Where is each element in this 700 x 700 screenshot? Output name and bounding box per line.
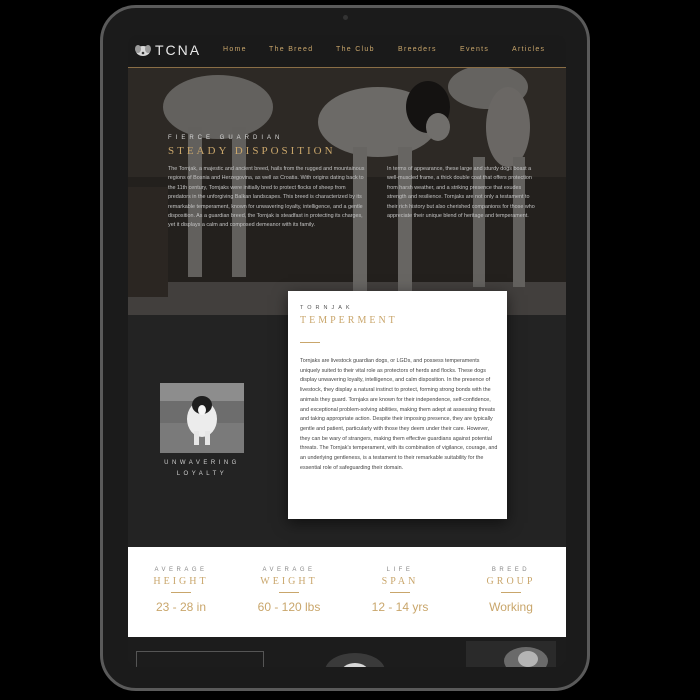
stat-title: HEIGHT	[153, 576, 209, 587]
hero-text-right: In terms of appearance, these large and …	[387, 166, 535, 220]
stat-label: AVERAGE	[154, 567, 208, 573]
stat-title: SPAN	[381, 576, 419, 587]
screen: TCNA Home The Breed The Club Breeders Ev…	[128, 35, 566, 667]
stat-value: 12 - 14 yrs	[371, 600, 429, 614]
logo-text[interactable]: TCNA	[155, 42, 201, 58]
stat-title: WEIGHT	[260, 576, 318, 587]
card-title: TEMPERMENT	[300, 315, 398, 326]
stat-height: AVERAGE HEIGHT 23 - 28 in	[131, 567, 231, 614]
gallery-tile[interactable]	[136, 651, 264, 667]
stat-label: BREED	[491, 567, 531, 573]
stat-divider	[390, 592, 410, 593]
thumb-caption: UNWAVERING LOYALTY	[148, 458, 256, 480]
gallery-dog-photo-2[interactable]	[466, 641, 556, 667]
stat-divider	[501, 592, 521, 593]
stat-divider	[171, 592, 191, 593]
hero-eyebrow: FIERCE GUARDIAN	[168, 135, 284, 141]
nav-item-the-club[interactable]: The Club	[336, 46, 375, 53]
dog-in-field-photo	[160, 383, 244, 453]
hero-text-left: The Tornjak, a majestic and ancient bree…	[168, 166, 365, 229]
temperament-card: TORNJAK TEMPERMENT Tornjaks are livestoc…	[288, 291, 507, 519]
stat-weight: AVERAGE WEIGHT 60 - 120 lbs	[239, 567, 339, 614]
nav-item-breeders[interactable]: Breeders	[398, 46, 437, 53]
stat-title: GROUP	[486, 576, 536, 587]
camera-dot	[343, 15, 348, 20]
dog-head-logo-icon	[135, 45, 151, 56]
hero-section: FIERCE GUARDIAN STEADY DISPOSITION The T…	[128, 67, 566, 315]
gallery-strip	[128, 637, 566, 667]
breed-stats: AVERAGE HEIGHT 23 - 28 in AVERAGE WEIGHT…	[128, 547, 566, 637]
top-nav: TCNA Home The Breed The Club Breeders Ev…	[128, 35, 566, 68]
nav-item-the-breed[interactable]: The Breed	[269, 46, 313, 53]
thumb-caption-line1: UNWAVERING	[164, 460, 240, 466]
tablet-frame: TCNA Home The Breed The Club Breeders Ev…	[100, 5, 590, 691]
nav-item-events[interactable]: Events	[460, 46, 489, 53]
hero-title: STEADY DISPOSITION	[168, 145, 336, 157]
stat-life-span: LIFE SPAN 12 - 14 yrs	[350, 567, 450, 614]
stat-divider	[279, 592, 299, 593]
card-eyebrow: TORNJAK	[300, 305, 354, 311]
stat-label: LIFE	[386, 567, 414, 573]
thumb-caption-line2: LOYALTY	[176, 471, 228, 477]
nav-item-home[interactable]: Home	[223, 46, 247, 53]
nav-item-articles[interactable]: Articles	[512, 46, 545, 53]
card-divider	[300, 342, 320, 343]
stat-value: 60 - 120 lbs	[257, 600, 321, 614]
gallery-dog-photo[interactable]	[320, 643, 390, 667]
card-body: Tornjaks are livestock guardian dogs, or…	[300, 358, 498, 471]
stat-value: 23 - 28 in	[155, 600, 207, 614]
stat-label: AVERAGE	[262, 567, 316, 573]
stat-breed-group: BREED GROUP Working	[461, 567, 561, 614]
stat-value: Working	[489, 600, 533, 614]
